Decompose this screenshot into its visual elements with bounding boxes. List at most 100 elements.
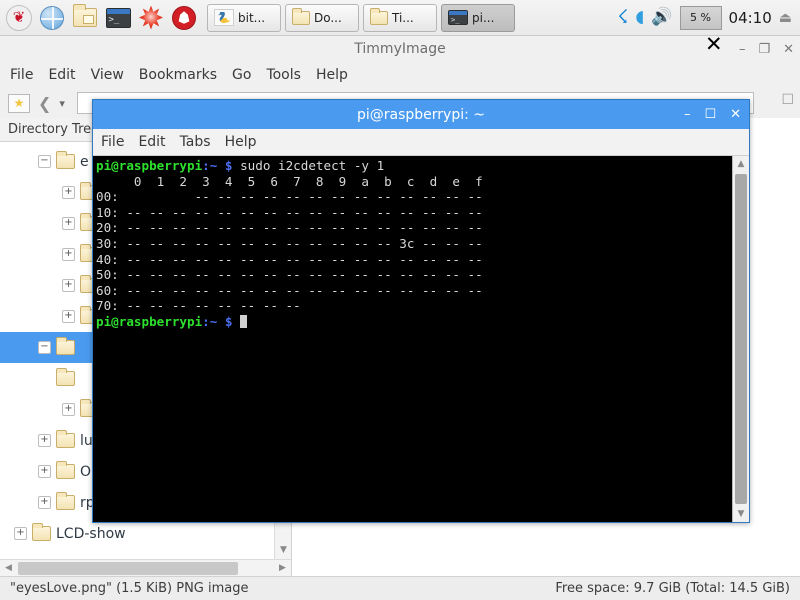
terminal-table-header: 0 1 2 3 4 5 6 7 8 9 a b c d e f bbox=[96, 173, 483, 189]
collapse-icon[interactable]: − bbox=[38, 341, 51, 354]
status-free-space: Free space: 9.7 GiB (Total: 14.5 GiB) bbox=[555, 581, 790, 596]
terminal-prompt-sigil: $ bbox=[224, 313, 233, 329]
web-browser-icon[interactable] bbox=[37, 3, 67, 33]
wifi-icon[interactable]: ◖ bbox=[635, 9, 644, 26]
terminal-prompt-path: :~ bbox=[202, 313, 218, 329]
mathematica-icon[interactable] bbox=[136, 3, 166, 33]
folder-icon bbox=[56, 430, 75, 448]
terminal-output[interactable]: pi@raspberrypi:~ $ sudo i2cdetect -y 1 0… bbox=[93, 156, 732, 522]
maximize-button[interactable]: ❐ bbox=[758, 42, 770, 57]
terminal-scrollbar[interactable]: ▲ ▼ bbox=[732, 156, 749, 522]
file-manager-statusbar: "eyesLove.png" (1.5 KiB) PNG image Free … bbox=[0, 576, 800, 600]
maximize-button[interactable]: ☐ bbox=[704, 107, 716, 122]
menu-item-file[interactable]: File bbox=[101, 134, 124, 150]
file-manager-titlebar: TimmyImage – ❐ ✕ bbox=[0, 36, 800, 62]
status-selection-info: "eyesLove.png" (1.5 KiB) PNG image bbox=[10, 581, 249, 596]
minimize-button[interactable]: – bbox=[739, 42, 746, 57]
terminal-command: sudo i2cdetect -y 1 bbox=[232, 158, 385, 173]
back-arrow-icon[interactable]: ❮ bbox=[38, 94, 51, 113]
taskbar-window-label: pi... bbox=[472, 10, 495, 25]
menu-item-tools[interactable]: Tools bbox=[266, 67, 301, 83]
menu-item-edit[interactable]: Edit bbox=[138, 134, 165, 150]
collapse-icon[interactable]: − bbox=[38, 155, 51, 168]
bluetooth-icon[interactable]: ☇ bbox=[618, 8, 629, 27]
minimize-button[interactable]: – bbox=[684, 107, 691, 122]
taskbar-window-button-timmyimage[interactable]: Ti... bbox=[363, 3, 437, 32]
file-manager-window-controls: – ❐ ✕ bbox=[739, 36, 794, 62]
menu-item-view[interactable]: View bbox=[91, 67, 124, 83]
taskbar-window-button-python[interactable]: 🐍 bit... bbox=[207, 3, 281, 32]
bookmark-icon[interactable]: ★ bbox=[8, 93, 30, 113]
terminal-prompt-sigil: $ bbox=[224, 158, 233, 173]
expand-icon[interactable]: + bbox=[38, 434, 51, 447]
fox-glyph bbox=[172, 5, 196, 30]
page-title: TimmyImage bbox=[354, 41, 446, 57]
folder-icon bbox=[292, 7, 310, 25]
menu-item-file[interactable]: File bbox=[10, 67, 33, 83]
terminal-table-row: 10: -- -- -- -- -- -- -- -- -- -- -- -- … bbox=[96, 204, 483, 220]
folder-icon bbox=[32, 523, 51, 541]
terminal-icon: >_ bbox=[448, 10, 468, 25]
scrollbar-thumb[interactable] bbox=[18, 562, 238, 575]
raspberry-glyph: ❦ bbox=[6, 4, 32, 31]
star-glyph bbox=[139, 5, 163, 30]
clock[interactable]: 04:10 bbox=[729, 9, 772, 27]
terminal-body: pi@raspberrypi:~ $ sudo i2cdetect -y 1 0… bbox=[93, 156, 749, 522]
eject-icon[interactable]: ⏏ bbox=[779, 11, 792, 25]
menu-item-tabs[interactable]: Tabs bbox=[180, 134, 211, 150]
expand-icon[interactable]: + bbox=[62, 186, 75, 199]
folder-icon bbox=[56, 337, 75, 355]
expand-icon[interactable]: + bbox=[62, 248, 75, 261]
terminal-cursor bbox=[240, 314, 248, 328]
menu-item-edit[interactable]: Edit bbox=[48, 67, 75, 83]
taskbar-window-button-documents[interactable]: Do... bbox=[285, 3, 359, 32]
expand-icon[interactable]: + bbox=[62, 217, 75, 230]
system-tray: ☇ ◖ 🔊 5 % 04:10 ⏏ bbox=[618, 5, 797, 30]
expand-icon[interactable]: + bbox=[38, 465, 51, 478]
terminal-title: pi@raspberrypi: ~ bbox=[356, 106, 486, 123]
file-manager-icon[interactable] bbox=[70, 3, 100, 33]
menu-item-help[interactable]: Help bbox=[225, 134, 257, 150]
taskbar-launcher-group: ❦ >_ bbox=[4, 3, 199, 33]
terminal-table-row: 70: -- -- -- -- -- -- -- -- bbox=[96, 298, 301, 314]
menu-item-help[interactable]: Help bbox=[316, 67, 348, 83]
scroll-down-icon[interactable]: ▼ bbox=[275, 542, 291, 559]
menu-item-bookmarks[interactable]: Bookmarks bbox=[139, 67, 217, 83]
scrollbar-thumb[interactable] bbox=[735, 174, 747, 504]
python-icon: 🐍 bbox=[214, 9, 234, 26]
terminal-table-row: 30: -- -- -- -- -- -- -- -- -- -- -- -- … bbox=[96, 235, 483, 251]
tree-row-label: LCD-show bbox=[56, 525, 126, 542]
expand-icon[interactable]: + bbox=[62, 310, 75, 323]
cpu-usage-badge[interactable]: 5 % bbox=[679, 5, 722, 30]
scroll-right-icon[interactable]: ▶ bbox=[274, 560, 291, 577]
expand-icon[interactable]: + bbox=[14, 527, 27, 540]
terminal-prompt-line: pi@raspberrypi:~ $ bbox=[96, 314, 732, 330]
taskbar-window-button-terminal[interactable]: >_ pi... bbox=[441, 3, 515, 32]
terminal-glyph: >_ bbox=[105, 7, 131, 28]
scroll-up-icon[interactable]: ▲ bbox=[733, 156, 749, 172]
terminal-table-row: 00: -- -- -- -- -- -- -- -- -- -- -- -- … bbox=[96, 189, 483, 205]
taskbar-window-label: bit... bbox=[238, 10, 266, 25]
expand-icon[interactable]: + bbox=[62, 279, 75, 292]
raspberry-menu-icon[interactable]: ❦ bbox=[4, 3, 34, 33]
terminal-window-controls: – ☐ ✕ bbox=[684, 100, 741, 129]
expand-icon[interactable]: + bbox=[38, 496, 51, 509]
file-manager-menubar: File Edit View Bookmarks Go Tools Help bbox=[0, 62, 800, 88]
wolfram-icon[interactable] bbox=[169, 3, 199, 33]
desktop-screen: ❦ >_ 🐍 bit... Do... Ti... >_ pi... ☇ ◖ 🔊… bbox=[0, 0, 800, 600]
close-button[interactable]: ✕ bbox=[783, 42, 794, 57]
directory-tree-horizontal-scrollbar[interactable]: ◀ ▶ bbox=[0, 559, 291, 576]
terminal-icon[interactable]: >_ bbox=[103, 3, 133, 33]
folder-icon bbox=[56, 492, 75, 510]
close-button[interactable]: ✕ bbox=[730, 107, 741, 122]
terminal-table-row: 50: -- -- -- -- -- -- -- -- -- -- -- -- … bbox=[96, 267, 483, 283]
menu-item-go[interactable]: Go bbox=[232, 67, 251, 83]
chevron-down-icon[interactable]: ▾ bbox=[59, 97, 65, 110]
view-icon[interactable]: ☐ bbox=[781, 92, 794, 108]
volume-icon[interactable]: 🔊 bbox=[651, 9, 672, 26]
terminal-prompt-user: pi@raspberrypi bbox=[96, 158, 203, 173]
scroll-left-icon[interactable]: ◀ bbox=[0, 560, 17, 577]
scroll-down-icon[interactable]: ▼ bbox=[733, 506, 749, 522]
expand-icon[interactable]: + bbox=[62, 403, 75, 416]
toolbar-right-icons: ☐ bbox=[781, 92, 794, 108]
